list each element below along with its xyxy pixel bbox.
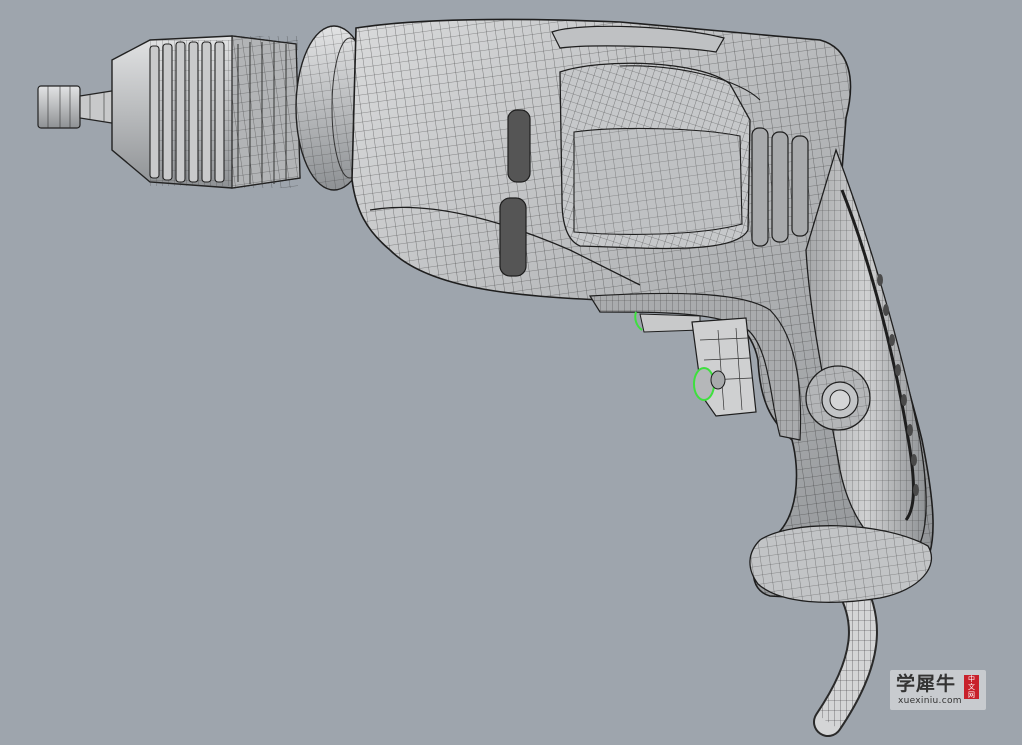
drill-model	[37, 18, 934, 737]
direction-knob	[805, 365, 871, 431]
drill-chuck	[111, 35, 301, 189]
watermark-logo-text: 学犀牛	[896, 673, 957, 695]
trigger-switch	[634, 311, 757, 417]
power-cord	[813, 570, 878, 737]
rhino-viewport[interactable]: 学犀牛 中文网 xuexiniu.com	[0, 0, 1022, 745]
drill-bit	[37, 85, 119, 129]
side-label-panel	[559, 62, 761, 250]
watermark-url: xuexiniu.com	[898, 696, 962, 706]
rear-vents	[751, 127, 809, 247]
site-watermark: 学犀牛 中文网 xuexiniu.com	[890, 670, 986, 710]
watermark-badge: 中文网	[964, 675, 979, 699]
